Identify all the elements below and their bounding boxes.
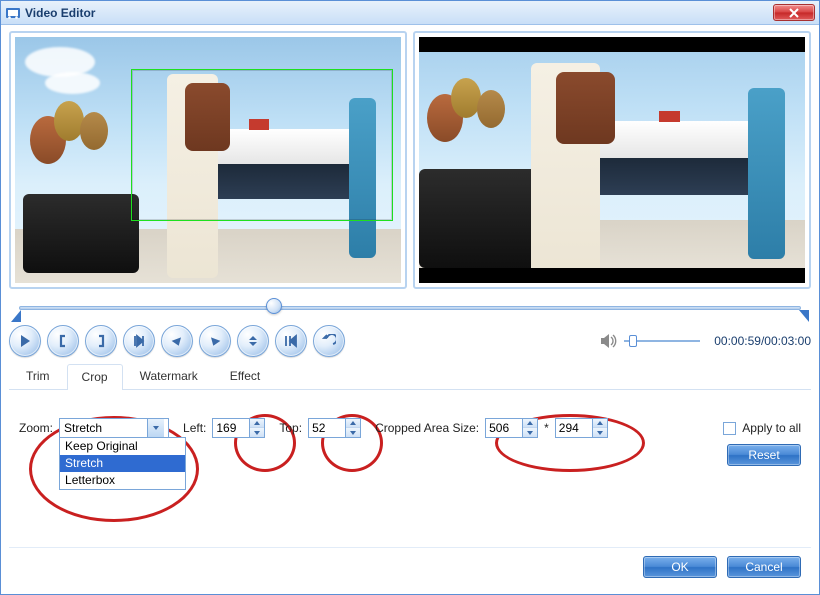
flip-up-left-button[interactable]	[161, 325, 193, 357]
chevron-down-icon	[147, 419, 164, 437]
crop-rectangle[interactable]	[131, 69, 393, 222]
tab-watermark[interactable]: Watermark	[125, 363, 213, 389]
bracket-open-button[interactable]	[47, 325, 79, 357]
left-label: Left:	[183, 421, 206, 435]
zoom-select[interactable]: Stretch Keep Original Stretch Letterbox	[59, 418, 169, 438]
ok-button[interactable]: OK	[643, 556, 717, 578]
prev-segment-button[interactable]	[275, 325, 307, 357]
top-spinner[interactable]	[308, 418, 361, 438]
spin-down-icon[interactable]	[250, 428, 264, 437]
area-label: Cropped Area Size:	[375, 421, 479, 435]
height-input[interactable]	[555, 418, 593, 438]
left-spinner[interactable]	[212, 418, 265, 438]
reset-button[interactable]: Reset	[727, 444, 801, 466]
close-icon	[788, 8, 800, 18]
volume-icon[interactable]	[598, 331, 618, 351]
total-time: 00:03:00	[764, 334, 811, 348]
zoom-value: Stretch	[64, 421, 102, 435]
spin-up-icon[interactable]	[523, 419, 537, 428]
timeline-thumb[interactable]	[266, 298, 282, 314]
spin-down-icon[interactable]	[593, 428, 607, 437]
output-panel	[413, 31, 811, 289]
crop-tab-panel: Zoom: Stretch Keep Original Stretch Lett…	[9, 390, 811, 547]
source-video[interactable]	[15, 37, 401, 283]
close-button[interactable]	[773, 4, 815, 21]
current-time: 00:00:59	[714, 334, 761, 348]
zoom-option-keep-original[interactable]: Keep Original	[60, 438, 185, 455]
app-icon	[5, 5, 21, 21]
spin-down-icon[interactable]	[523, 428, 537, 437]
width-spinner[interactable]	[485, 418, 538, 438]
undo-button[interactable]	[313, 325, 345, 357]
tab-trim[interactable]: Trim	[11, 363, 65, 389]
playback-controls: 00:00:59/00:03:00	[9, 325, 811, 357]
output-video	[419, 37, 805, 283]
trim-end-marker[interactable]	[799, 310, 809, 322]
flip-up-right-button[interactable]	[199, 325, 231, 357]
cancel-button[interactable]: Cancel	[727, 556, 801, 578]
top-input[interactable]	[308, 418, 346, 438]
tab-effect[interactable]: Effect	[215, 363, 275, 389]
titlebar: Video Editor	[1, 1, 819, 25]
width-input[interactable]	[485, 418, 523, 438]
size-separator: *	[544, 421, 549, 435]
apply-to-all-label: Apply to all	[742, 421, 801, 435]
apply-to-all-checkbox[interactable]	[723, 422, 736, 435]
time-display: 00:00:59/00:03:00	[714, 334, 811, 348]
spin-up-icon[interactable]	[593, 419, 607, 428]
timeline-slider[interactable]	[9, 295, 811, 321]
timeline-track[interactable]	[19, 306, 801, 310]
source-panel	[9, 31, 407, 289]
tab-crop[interactable]: Crop	[67, 364, 123, 390]
spin-up-icon[interactable]	[250, 419, 264, 428]
preview-panels	[9, 31, 811, 289]
spin-up-icon[interactable]	[346, 419, 360, 428]
crop-form-row: Zoom: Stretch Keep Original Stretch Lett…	[19, 418, 801, 438]
zoom-dropdown[interactable]: Keep Original Stretch Letterbox	[59, 437, 186, 490]
dialog-footer: OK Cancel	[9, 547, 811, 586]
zoom-option-letterbox[interactable]: Letterbox	[60, 472, 185, 489]
video-editor-window: Video Editor	[0, 0, 820, 595]
bracket-close-button[interactable]	[85, 325, 117, 357]
tabs: Trim Crop Watermark Effect	[9, 363, 811, 390]
spin-down-icon[interactable]	[346, 428, 360, 437]
play-button[interactable]	[9, 325, 41, 357]
left-input[interactable]	[212, 418, 250, 438]
flip-vertical-button[interactable]	[237, 325, 269, 357]
zoom-option-stretch[interactable]: Stretch	[60, 455, 185, 472]
trim-start-marker[interactable]	[11, 310, 21, 322]
next-frame-button[interactable]	[123, 325, 155, 357]
volume-slider[interactable]	[624, 336, 700, 346]
height-spinner[interactable]	[555, 418, 608, 438]
zoom-label: Zoom:	[19, 421, 53, 435]
window-title: Video Editor	[25, 6, 773, 20]
top-label: Top:	[279, 421, 302, 435]
